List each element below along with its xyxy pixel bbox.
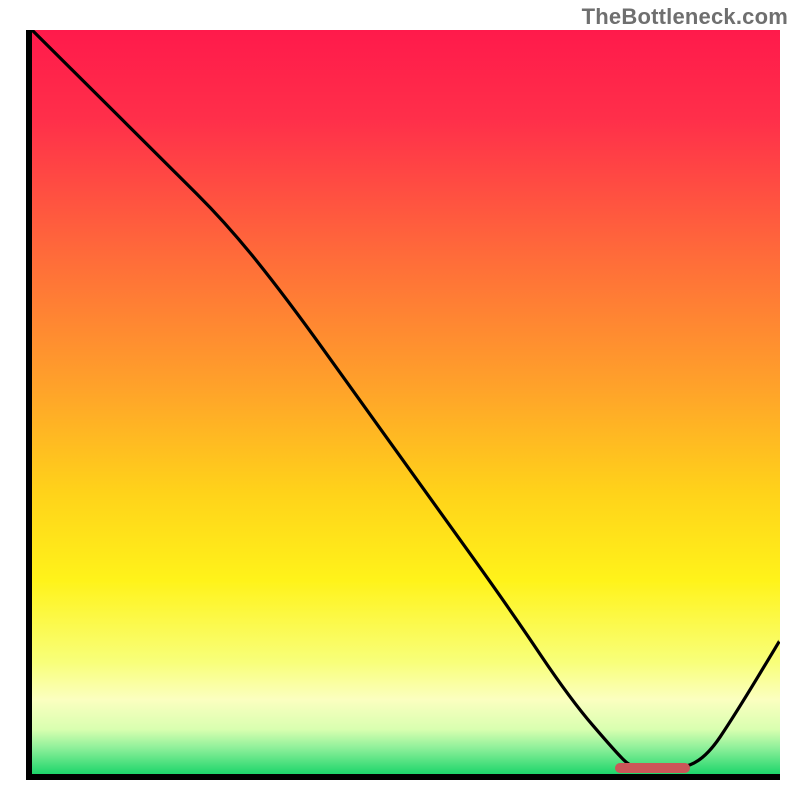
axes bbox=[26, 30, 780, 780]
optimal-range-marker bbox=[615, 763, 690, 773]
watermark-text: TheBottleneck.com bbox=[582, 4, 788, 30]
chart-stage: TheBottleneck.com bbox=[0, 0, 800, 800]
